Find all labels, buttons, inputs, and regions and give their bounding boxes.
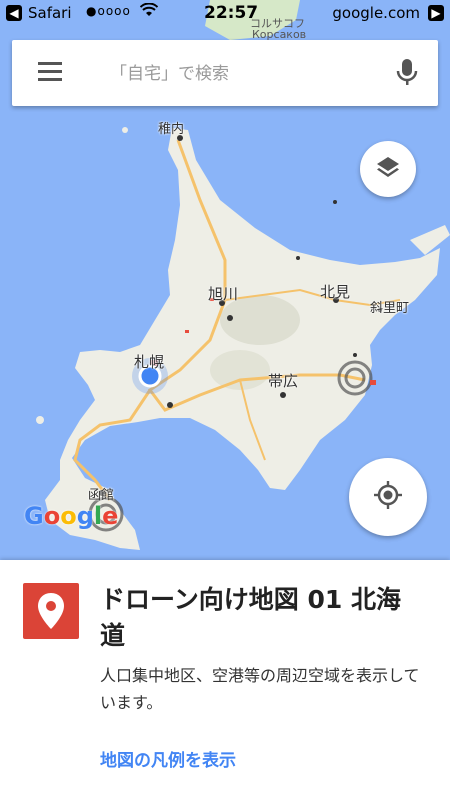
forward-app-name[interactable]: google.com	[332, 4, 420, 22]
back-to-app-icon[interactable]: ◀	[6, 5, 22, 21]
map-label-hakodate: 函館	[88, 488, 115, 503]
status-time: 22:57	[204, 3, 259, 23]
microphone-icon[interactable]	[395, 58, 419, 88]
layers-icon	[375, 154, 401, 184]
map-pin-icon	[23, 583, 79, 639]
back-app-name[interactable]: Safari	[28, 4, 72, 22]
map-label-kitami: 北見	[320, 283, 351, 301]
layers-button[interactable]	[360, 141, 416, 197]
search-bar	[12, 40, 438, 106]
search-input[interactable]	[108, 58, 382, 90]
signal-strength: ●oooo	[86, 4, 131, 18]
map-label-obihiro: 帯広	[268, 372, 299, 390]
forward-to-app-icon[interactable]: ▶	[428, 5, 444, 21]
map-label-wakkanai: 稚内	[158, 122, 185, 137]
status-bar: ◀ Safari ●oooo 22:57 google.com ▶	[0, 0, 450, 28]
map-info-sheet[interactable]: ドローン向け地図 01 北海道 人口集中地区、空港等の周辺空域を表示しています。…	[0, 560, 450, 800]
my-location-button[interactable]	[349, 458, 427, 536]
wifi-icon	[139, 2, 159, 21]
google-logo: Google	[24, 502, 119, 530]
show-legend-link[interactable]: 地図の凡例を表示	[100, 746, 236, 771]
map-description: 人口集中地区、空港等の周辺空域を表示しています。	[100, 666, 420, 712]
map-label-asahikawa: 旭川	[208, 285, 239, 303]
hamburger-menu-icon[interactable]	[38, 62, 62, 82]
map-label-sapporo: 札幌	[134, 353, 165, 371]
map-label-shari: 斜里町	[370, 301, 410, 316]
my-location-icon	[373, 480, 403, 514]
map-title: ドローン向け地図 01 北海道	[100, 585, 401, 650]
